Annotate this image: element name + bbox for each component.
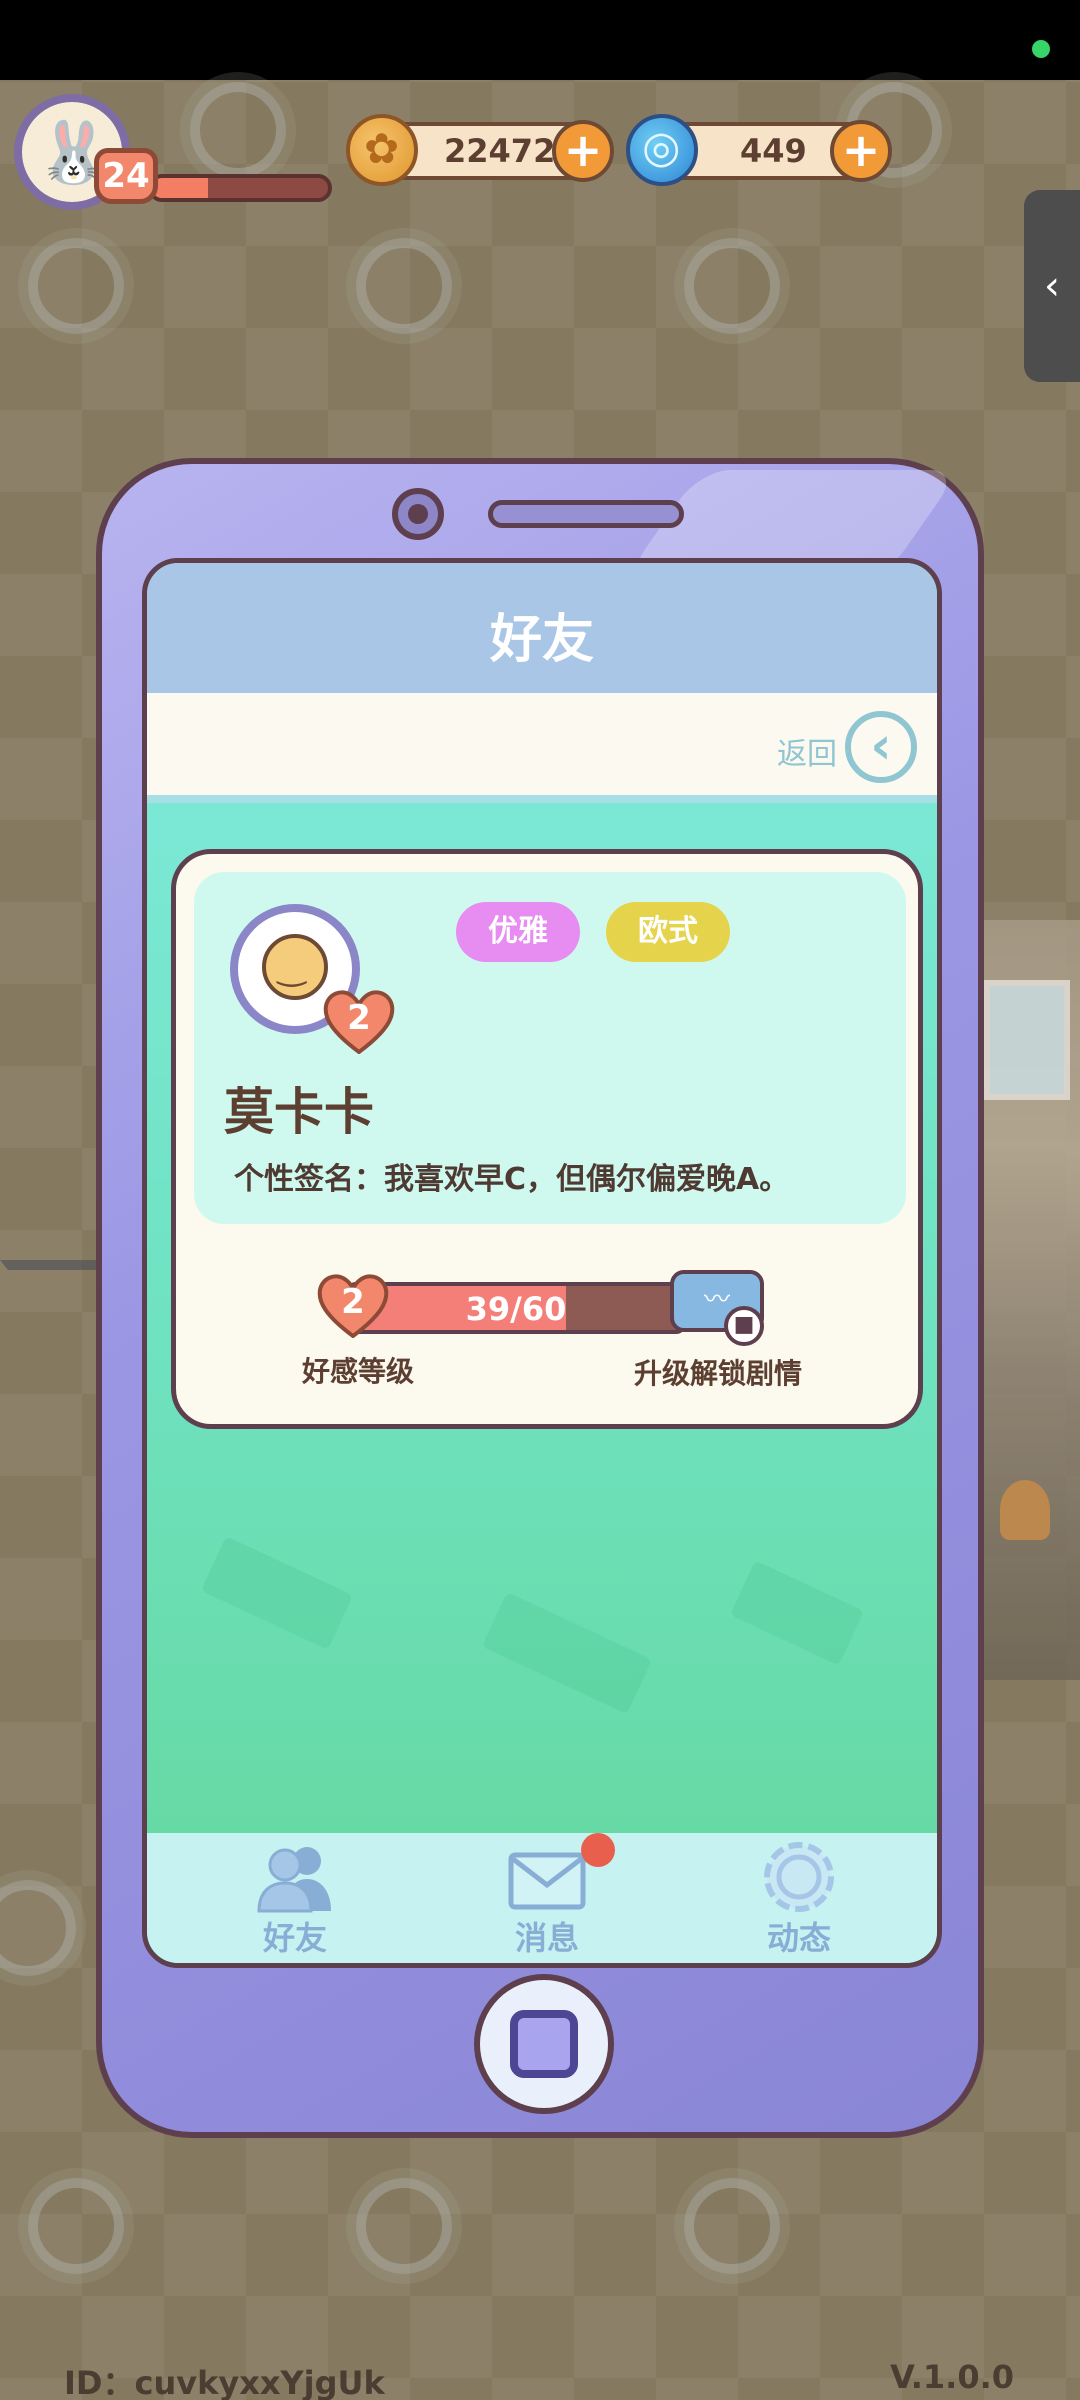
screen-header: 好友 <box>147 563 937 693</box>
user-id-text: ID：cuvkyxxYjgUk <box>64 2364 385 2400</box>
notification-badge <box>581 1833 615 1867</box>
unlock-story-label: 升级解锁剧情 <box>634 1357 803 1390</box>
affinity-heart-number: 2 <box>341 1282 365 1322</box>
friend-profile-card: 2 优雅 欧式 莫卡卡 个性签名：我喜欢早C，但偶尔偏爱晚A。 39/60 2 … <box>171 849 923 1429</box>
tab-friends[interactable]: 好友 <box>195 1833 395 1963</box>
sun-decoration <box>28 238 124 334</box>
xp-bar-fill <box>152 178 209 198</box>
friend-heart-level: 2 <box>322 988 396 1054</box>
mail-icon <box>508 1852 586 1910</box>
player-level-badge: 24 <box>94 148 158 204</box>
affinity-progress-text: 39/60 <box>465 1290 567 1328</box>
sun-decoration <box>28 2178 124 2274</box>
camera-icon <box>392 488 444 540</box>
back-label[interactable]: 返回 <box>777 729 837 773</box>
gem-icon <box>626 114 698 186</box>
lock-icon: ■ <box>724 1306 764 1346</box>
coin-amount: 22472 <box>444 132 556 170</box>
back-button[interactable]: ‹ <box>845 711 917 783</box>
tab-label: 好友 <box>262 1919 327 1957</box>
chevron-left-icon: ‹ <box>1044 263 1060 309</box>
scenery-plant <box>1000 1480 1050 1540</box>
shard-decoration <box>200 1536 354 1650</box>
affinity-heart-level: 2 <box>316 1272 390 1338</box>
sun-decoration <box>684 238 780 334</box>
sun-decoration <box>356 238 452 334</box>
affinity-progress-bar: 39/60 <box>346 1282 686 1334</box>
sun-face-icon <box>262 934 328 1000</box>
tab-messages[interactable]: 消息 <box>447 1833 647 1963</box>
tab-bar: 好友 消息 动态 <box>147 1833 937 1963</box>
status-indicator-dot <box>1032 40 1050 58</box>
friend-heart-number: 2 <box>347 998 371 1038</box>
friend-profile-header: 2 优雅 欧式 莫卡卡 个性签名：我喜欢早C，但偶尔偏爱晚A。 <box>194 872 906 1224</box>
tab-feed[interactable]: 动态 <box>699 1833 899 1963</box>
scenery-window <box>984 980 1070 1100</box>
tab-label: 消息 <box>514 1919 579 1957</box>
friend-signature: 个性签名：我喜欢早C，但偶尔偏爱晚A。 <box>234 1162 790 1197</box>
version-text: V.1.0.0 <box>890 2358 1014 2396</box>
chevron-left-icon: ‹ <box>870 716 892 776</box>
home-square-icon <box>510 2010 578 2078</box>
phone-frame: 好友 返回 ‹ ‿ 2 优雅 欧式 莫卡卡 个性签名：我喜欢早C，但偶尔偏爱晚A… <box>96 458 984 2138</box>
shard-decoration <box>729 1560 865 1666</box>
status-bar <box>0 0 1080 80</box>
sun-decoration <box>190 82 286 178</box>
fence-decoration <box>0 1260 100 1500</box>
trait-tag: 欧式 <box>606 902 730 962</box>
sun-decoration <box>0 1880 76 1976</box>
xp-bar <box>148 174 332 202</box>
speaker-grille <box>488 500 684 528</box>
add-gems-button[interactable]: + <box>830 120 892 182</box>
side-panel-toggle[interactable]: ‹ <box>1024 190 1080 382</box>
feed-icon <box>764 1842 834 1912</box>
navigation-bar: 返回 ‹ <box>147 693 937 803</box>
affinity-level-label: 好感等级 <box>302 1355 415 1388</box>
friends-icon <box>257 1847 331 1913</box>
room-scenery <box>970 920 1080 1680</box>
friend-name: 莫卡卡 <box>224 1083 374 1141</box>
phone-home-button[interactable] <box>474 1974 614 2114</box>
page-title: 好友 <box>489 610 594 670</box>
trait-tag: 优雅 <box>456 902 580 962</box>
sun-decoration <box>684 2178 780 2274</box>
shard-decoration <box>481 1592 653 1714</box>
add-coins-button[interactable]: + <box>552 120 614 182</box>
coin-icon <box>346 114 418 186</box>
phone-screen: 好友 返回 ‹ ‿ 2 优雅 欧式 莫卡卡 个性签名：我喜欢早C，但偶尔偏爱晚A… <box>142 558 942 1968</box>
sun-decoration <box>356 2178 452 2274</box>
tab-label: 动态 <box>766 1919 831 1957</box>
gem-amount: 449 <box>740 132 807 170</box>
